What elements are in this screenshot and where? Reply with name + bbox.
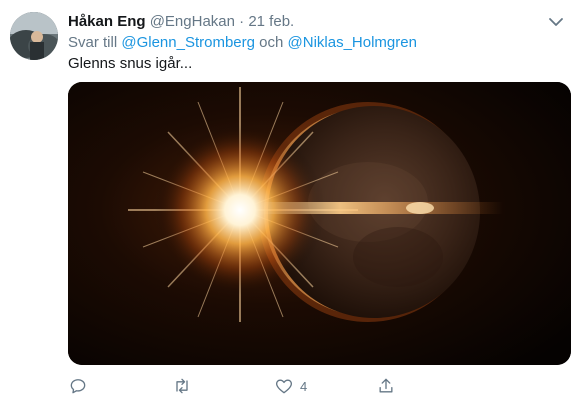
tweet-text: Glenns snus igår...: [68, 55, 193, 72]
tweet-date[interactable]: 21 feb.: [248, 13, 294, 30]
share-icon: [379, 378, 393, 393]
tweet-header: Håkan Eng @EngHakan · 21 feb.: [68, 12, 566, 32]
heart-icon: [276, 379, 292, 394]
mention-link-niklas[interactable]: @Niklas_Holmgren: [288, 34, 417, 51]
avatar[interactable]: [10, 12, 58, 60]
like-button[interactable]: 4: [274, 374, 307, 398]
chevron-down-icon[interactable]: [546, 12, 566, 32]
reply-icon: [70, 379, 86, 394]
author-name[interactable]: Håkan Eng: [68, 13, 146, 30]
mention-link-glenn[interactable]: @Glenn_Stromberg: [121, 34, 255, 51]
reply-prefix: Svar till: [68, 34, 118, 51]
tweet-actions: 4: [68, 374, 428, 400]
author-handle[interactable]: @EngHakan: [150, 13, 235, 30]
retweet-icon: [176, 378, 188, 394]
reply-button[interactable]: [68, 374, 94, 398]
reply-conjunction: och: [259, 34, 284, 51]
retweet-button[interactable]: [172, 374, 198, 398]
tweet-media-image[interactable]: [68, 82, 571, 365]
share-button[interactable]: [376, 374, 396, 398]
reply-context: Svar till @Glenn_Stromberg och @Niklas_H…: [68, 33, 417, 53]
separator-dot: ·: [239, 13, 245, 30]
like-count: 4: [300, 378, 308, 394]
avatar-image: [10, 12, 58, 60]
